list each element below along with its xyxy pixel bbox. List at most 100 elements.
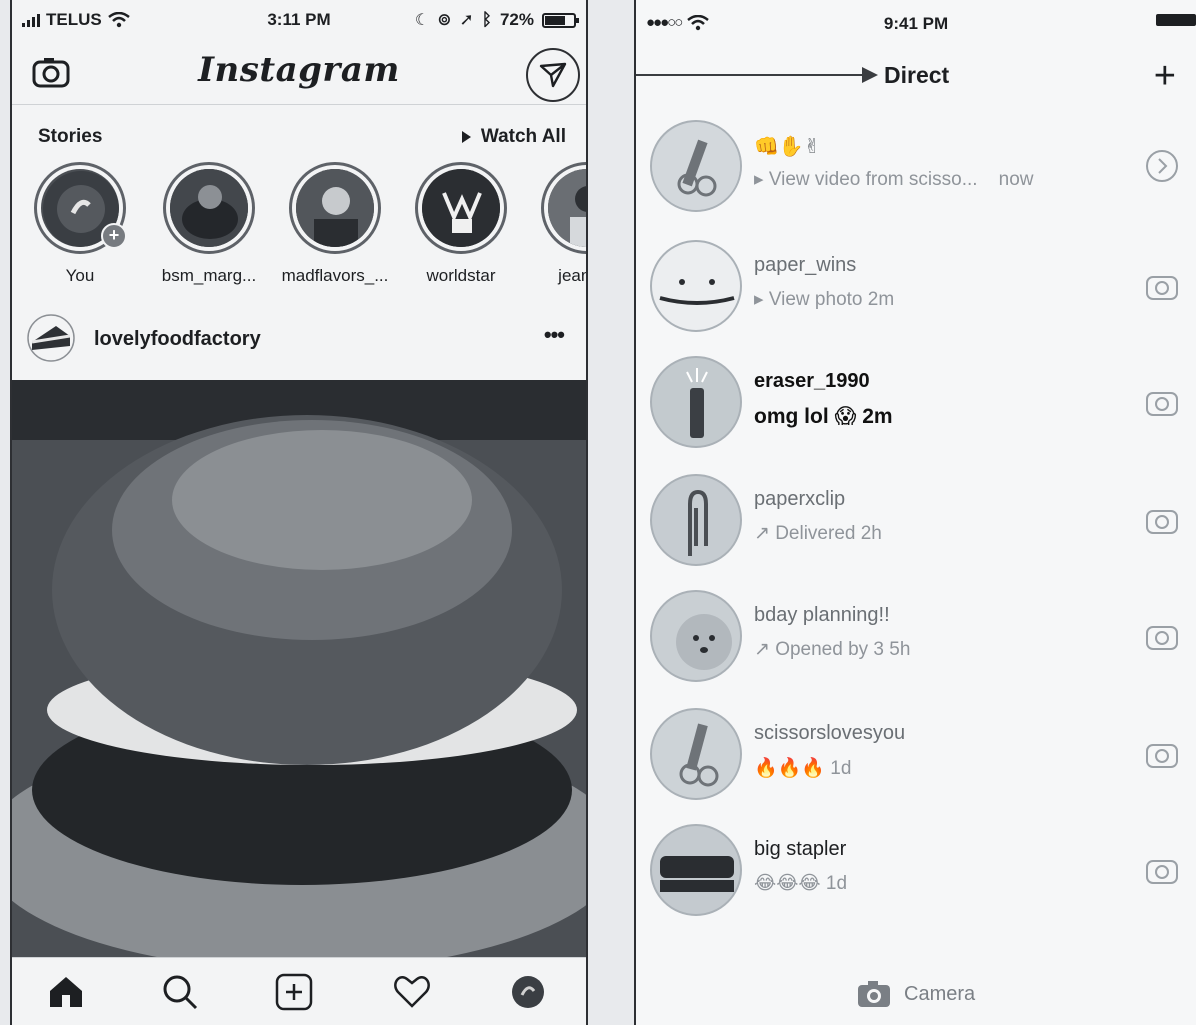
home-icon (50, 977, 82, 1007)
stories-title: Stories (38, 126, 103, 147)
thread-row[interactable]: eraser_1990 omg lol 😱 2m (636, 350, 1196, 460)
story-avatar: + (34, 162, 127, 254)
stories-header: Stories Watch All (38, 122, 566, 150)
search-icon (163, 975, 198, 1010)
tab-search[interactable] (158, 970, 202, 1014)
battery-percent: 72% (499, 10, 534, 29)
thread-time: now (998, 169, 1034, 190)
story-item[interactable]: jeanfrar (532, 162, 588, 286)
add-post-icon (275, 973, 313, 1011)
thread-avatar (650, 474, 742, 566)
flow-arrow-head (862, 67, 878, 83)
tab-new-post[interactable] (272, 970, 316, 1014)
open-thread-button[interactable] (1144, 148, 1180, 184)
thread-avatar (650, 824, 742, 916)
story-label: You (65, 266, 95, 285)
camera-bar[interactable]: Camera (636, 969, 1196, 1025)
thread-subtitle: ↗ Delivered 2h (754, 523, 882, 544)
battery-icon (542, 12, 579, 28)
reply-camera-button[interactable] (1144, 618, 1180, 654)
story-you[interactable]: + You (25, 162, 135, 286)
chevron-right-icon (1146, 150, 1178, 182)
reply-camera-button[interactable] (1144, 736, 1180, 772)
watch-all-button[interactable]: Watch All (461, 126, 566, 148)
tab-profile[interactable] (506, 970, 550, 1014)
flow-arrow-line (636, 74, 864, 76)
thread-preview: ▸ View video from scisso... (754, 169, 978, 190)
status-bar: ●●●○○ 9:41 PM (636, 10, 1196, 38)
thread-subtitle: ▸ View video from scisso... now (754, 168, 1034, 191)
battery-icon (1156, 14, 1196, 26)
thread-name: bday planning!! (754, 604, 890, 626)
tab-home[interactable] (44, 970, 88, 1014)
post-username[interactable]: lovelyfoodfactory (94, 328, 261, 351)
thread-row[interactable]: paper_wins ▸ View photo 2m (636, 234, 1196, 344)
instagram-feed-screen: TELUS 3:11 PM ☾ ⊚ ➚ ᛒ 72% Instagram Stor… (10, 0, 588, 1025)
play-icon (461, 131, 471, 143)
camera-icon (1146, 276, 1178, 300)
new-message-button[interactable]: + (1154, 57, 1176, 95)
thread-name: scissorslovesyou (754, 722, 906, 744)
reply-camera-button[interactable] (1144, 502, 1180, 538)
story-item[interactable]: madflavors_... (280, 162, 390, 286)
thread-avatar (650, 590, 742, 682)
thread-name: paper_wins (754, 254, 857, 276)
story-item[interactable]: bsm_marg... (154, 162, 264, 286)
thread-name: big stapler (754, 838, 847, 860)
story-label: bsm_marg... (161, 266, 257, 285)
tab-bar (12, 957, 586, 1025)
clock: 9:41 PM (883, 14, 949, 33)
stories-tray: + You bsm_marg... madflavors_... worldst… (30, 162, 588, 292)
direct-header: Direct + (636, 56, 1196, 106)
instagram-logo: Instagram (198, 50, 400, 90)
post-header: lovelyfoodfactory ••• (26, 312, 572, 364)
rotation-lock-icon: ⊚ (437, 10, 452, 29)
profile-avatar-icon (512, 976, 544, 1008)
reply-camera-button[interactable] (1144, 384, 1180, 420)
thread-avatar (650, 120, 742, 212)
battery-fill (545, 15, 566, 25)
thread-row[interactable]: paperxclip ↗ Delivered 2h (636, 468, 1196, 578)
feed-header: Instagram (12, 42, 586, 105)
thread-row[interactable]: big stapler 😂😂😂 1d (636, 818, 1196, 928)
story-avatar (541, 162, 586, 254)
tab-activity[interactable] (390, 970, 434, 1014)
more-options-button[interactable]: ••• (544, 322, 565, 348)
post-avatar[interactable] (26, 314, 76, 362)
thread-subtitle: 🔥🔥🔥 1d (754, 758, 852, 779)
thread-subtitle: 😂😂😂 1d (754, 873, 848, 894)
moon-icon: ☾ (414, 12, 430, 29)
story-label: jeanfrar (558, 266, 588, 285)
story-avatar (163, 162, 255, 254)
story-avatar (415, 162, 507, 254)
thread-name: eraser_1990 (754, 370, 870, 392)
heart-icon (394, 976, 430, 1008)
story-label: madflavors_... (281, 266, 389, 285)
story-avatar (289, 162, 381, 254)
direct-title: Direct (884, 62, 950, 88)
camera-icon (1146, 744, 1178, 768)
camera-icon (1146, 510, 1178, 534)
thread-subtitle: ▸ View photo 2m (754, 289, 895, 310)
post-image[interactable] (12, 380, 586, 958)
location-icon: ➚ (459, 10, 474, 29)
bluetooth-icon: ᛒ (481, 10, 492, 29)
story-label: worldstar (426, 266, 496, 285)
watch-all-label: Watch All (480, 126, 566, 147)
camera-icon (1146, 392, 1178, 416)
thread-subtitle: omg lol 😱 2m (754, 405, 893, 428)
thread-name: paperxclip (754, 488, 846, 510)
reply-camera-button[interactable] (1144, 268, 1180, 304)
reply-camera-button[interactable] (1144, 852, 1180, 888)
add-story-badge: + (101, 223, 127, 249)
thread-row[interactable]: scissorslovesyou 🔥🔥🔥 1d (636, 702, 1196, 812)
thread-subtitle: ↗ Opened by 3 5h (754, 639, 911, 660)
thread-avatar (650, 708, 742, 800)
direct-button[interactable] (526, 48, 580, 102)
camera-icon (1146, 626, 1178, 650)
thread-row[interactable]: bday planning!! ↗ Opened by 3 5h (636, 584, 1196, 694)
camera-label: Camera (904, 983, 976, 1005)
thread-row[interactable]: 👊✋✌ ▸ View video from scisso... now (636, 114, 1196, 224)
thread-avatar (650, 356, 742, 448)
story-item[interactable]: worldstar (406, 162, 516, 286)
